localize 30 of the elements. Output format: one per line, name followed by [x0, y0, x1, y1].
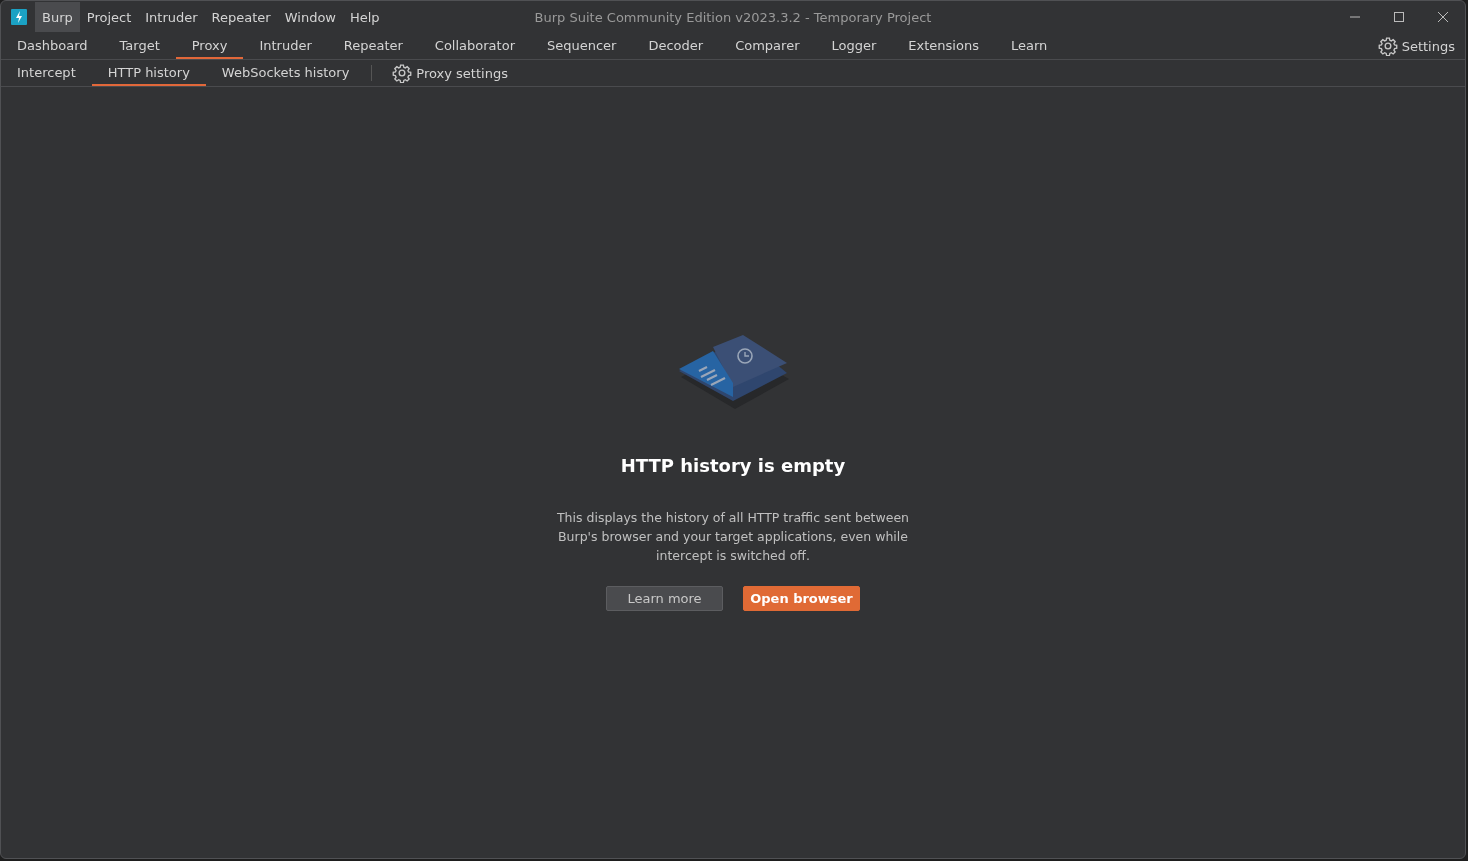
window-title: Burp Suite Community Edition v2023.3.2 - Temporary Project: [534, 9, 932, 25]
tab[interactable]: HTTP history: [91, 60, 206, 86]
menu-item[interactable]: Help: [343, 2, 387, 32]
tab[interactable]: Repeater: [327, 33, 419, 59]
learn-more-button[interactable]: Learn more: [606, 586, 723, 611]
tab[interactable]: Comparer: [719, 33, 816, 59]
menu-item[interactable]: Intruder: [138, 2, 205, 32]
tab[interactable]: Intruder: [243, 33, 328, 59]
tab[interactable]: Proxy: [175, 33, 244, 59]
tab[interactable]: Dashboard: [1, 33, 104, 59]
tab[interactable]: WebSockets history: [205, 60, 366, 86]
empty-state-title: HTTP history is empty: [620, 455, 846, 476]
settings-button[interactable]: Settings: [1367, 33, 1465, 59]
settings-icon: [392, 63, 413, 83]
proxy-settings-button[interactable]: Proxy settings: [392, 60, 508, 86]
tab[interactable]: Logger: [815, 33, 893, 59]
menu-item[interactable]: Burp: [35, 2, 80, 32]
tab[interactable]: Learn: [994, 33, 1064, 59]
tab[interactable]: Decoder: [632, 33, 720, 59]
menu-item[interactable]: Project: [79, 2, 139, 32]
menu-item[interactable]: Repeater: [204, 2, 278, 32]
tab[interactable]: Sequencer: [531, 33, 633, 59]
settings-icon: [1377, 36, 1398, 56]
menu-item[interactable]: Window: [277, 2, 343, 32]
tab[interactable]: Extensions: [892, 33, 995, 59]
tab[interactable]: Target: [103, 33, 176, 59]
tab[interactable]: Collaborator: [418, 33, 531, 59]
lightning-logo-icon: [11, 9, 27, 25]
tab[interactable]: Intercept: [1, 60, 92, 86]
empty-state-description: This displays the history of all HTTP traffic sent between Burp's browser and your target applications, even while intercept is switched off.: [555, 509, 911, 565]
